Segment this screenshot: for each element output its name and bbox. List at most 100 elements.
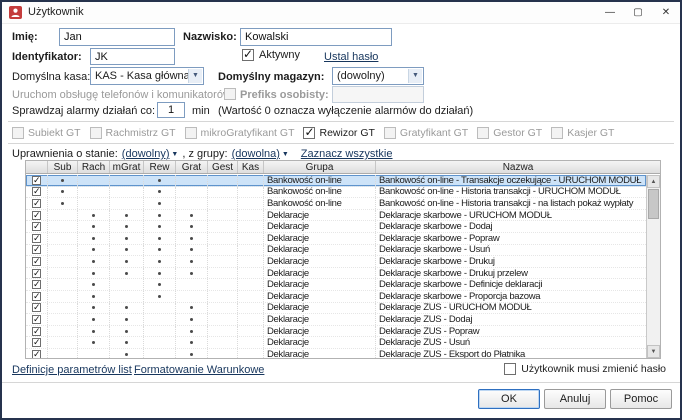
row-checkbox[interactable] [32, 245, 41, 254]
column-header-grupa[interactable]: Grupa [264, 161, 376, 173]
cell-check[interactable] [26, 198, 48, 209]
row-checkbox[interactable] [32, 292, 41, 301]
help-button[interactable]: Pomoc [610, 389, 672, 409]
alarms-interval-field[interactable] [157, 102, 185, 118]
column-header-gest[interactable]: Gest [208, 161, 238, 173]
table-row[interactable]: DeklaracjeDeklaracje ZUS - URUCHOM MODUŁ [26, 303, 646, 315]
table-row[interactable]: DeklaracjeDeklaracje skarbowe - URUCHOM … [26, 210, 646, 222]
select-all-link[interactable]: Zaznacz wszystkie [301, 148, 393, 160]
group-filter-dropdown[interactable]: (dowolna) ▼ [232, 148, 289, 160]
state-filter-dropdown[interactable]: (dowolny) ▼ [122, 148, 179, 160]
table-row[interactable]: DeklaracjeDeklaracje skarbowe - Popraw [26, 233, 646, 245]
cell-check[interactable] [26, 279, 48, 290]
table-row[interactable]: DeklaracjeDeklaracje skarbowe - Proporcj… [26, 291, 646, 303]
must-change-password-checkbox[interactable]: Użytkownik musi zmienić hasło [504, 363, 666, 375]
cell-check[interactable] [26, 175, 48, 186]
scroll-down-icon[interactable]: ▼ [647, 345, 660, 358]
maximize-button[interactable]: ▢ [624, 2, 652, 24]
scrollbar-thumb[interactable] [648, 189, 659, 219]
module-checkbox-subiekt-gt: Subiekt GT [12, 127, 81, 139]
close-button[interactable]: ✕ [652, 2, 680, 24]
identifier-field[interactable] [90, 48, 175, 65]
table-row[interactable]: DeklaracjeDeklaracje ZUS - Usuń [26, 337, 646, 349]
row-checkbox[interactable] [32, 211, 41, 220]
default-cash-select[interactable]: KAS - Kasa główna ▼ [90, 67, 204, 85]
column-header-check[interactable] [26, 161, 48, 173]
default-warehouse-value: (dowolny) [337, 70, 385, 82]
cell-sub [48, 337, 78, 348]
last-name-field[interactable] [240, 28, 392, 46]
row-checkbox[interactable] [32, 234, 41, 243]
cancel-button[interactable]: Anuluj [544, 389, 606, 409]
permissions-table: SubRachmGratRewGratGestKasGrupaNazwa Ban… [25, 160, 661, 359]
set-password-link[interactable]: Ustal hasło [324, 51, 378, 63]
row-checkbox[interactable] [32, 222, 41, 231]
vertical-scrollbar[interactable]: ▲ ▼ [646, 175, 660, 358]
row-checkbox[interactable] [32, 350, 41, 358]
module-dot-icon [158, 202, 161, 205]
cell-check[interactable] [26, 233, 48, 244]
cell-check[interactable] [26, 210, 48, 221]
cell-check[interactable] [26, 326, 48, 337]
cell-check[interactable] [26, 245, 48, 256]
row-checkbox[interactable] [32, 187, 41, 196]
table-row[interactable]: Bankowość on-lineBankowość on-line - His… [26, 187, 646, 199]
chevron-down-icon[interactable]: ▼ [188, 69, 202, 83]
row-checkbox[interactable] [32, 176, 41, 185]
cell-check[interactable] [26, 349, 48, 358]
row-checkbox[interactable] [32, 338, 41, 347]
module-dot-icon [158, 214, 161, 217]
cell-check[interactable] [26, 303, 48, 314]
table-row[interactable]: DeklaracjeDeklaracje ZUS - Eksport do Pł… [26, 349, 646, 358]
cell-kas [238, 291, 264, 302]
list-parameters-link[interactable]: Definicje parametrów list [12, 364, 132, 376]
column-header-mgrat[interactable]: mGrat [110, 161, 144, 173]
row-checkbox[interactable] [32, 327, 41, 336]
cell-check[interactable] [26, 256, 48, 267]
row-checkbox[interactable] [32, 257, 41, 266]
row-checkbox[interactable] [32, 315, 41, 324]
column-header-rew[interactable]: Rew [144, 161, 176, 173]
table-row[interactable]: Bankowość on-lineBankowość on-line - His… [26, 198, 646, 210]
column-header-sub[interactable]: Sub [48, 161, 78, 173]
cell-name: Bankowość on-line - Historia transakcji … [376, 198, 646, 209]
cell-gest [208, 291, 238, 302]
checkbox-icon[interactable] [303, 127, 315, 139]
cell-check[interactable] [26, 337, 48, 348]
minimize-button[interactable]: — [596, 2, 624, 24]
table-row[interactable]: Bankowość on-lineBankowość on-line - Tra… [26, 175, 646, 187]
ok-button[interactable]: OK [478, 389, 540, 409]
row-checkbox[interactable] [32, 199, 41, 208]
column-header-kas[interactable]: Kas [238, 161, 264, 173]
cell-grat [176, 187, 208, 198]
chevron-down-icon[interactable]: ▼ [408, 69, 422, 83]
table-row[interactable]: DeklaracjeDeklaracje skarbowe - Dodaj [26, 221, 646, 233]
first-name-field[interactable] [59, 28, 175, 46]
table-row[interactable]: DeklaracjeDeklaracje skarbowe - Definicj… [26, 279, 646, 291]
row-checkbox[interactable] [32, 269, 41, 278]
cell-check[interactable] [26, 221, 48, 232]
scroll-up-icon[interactable]: ▲ [647, 175, 660, 188]
checkbox-icon[interactable] [242, 49, 254, 61]
cell-kas [238, 175, 264, 186]
default-warehouse-select[interactable]: (dowolny) ▼ [332, 67, 424, 85]
active-checkbox[interactable]: Aktywny [242, 49, 300, 61]
column-header-grat[interactable]: Grat [176, 161, 208, 173]
column-header-rach[interactable]: Rach [78, 161, 110, 173]
table-row[interactable]: DeklaracjeDeklaracje skarbowe - Usuń [26, 245, 646, 257]
row-checkbox[interactable] [32, 280, 41, 289]
cell-check[interactable] [26, 268, 48, 279]
column-header-nazwa[interactable]: Nazwa [376, 161, 660, 173]
table-row[interactable]: DeklaracjeDeklaracje ZUS - Dodaj [26, 314, 646, 326]
table-row[interactable]: DeklaracjeDeklaracje skarbowe - Drukuj [26, 256, 646, 268]
cell-check[interactable] [26, 314, 48, 325]
cell-name: Deklaracje skarbowe - Definicje deklarac… [376, 279, 646, 290]
module-checkbox-rewizor-gt[interactable]: Rewizor GT [303, 127, 374, 139]
checkbox-icon[interactable] [504, 363, 516, 375]
row-checkbox[interactable] [32, 303, 41, 312]
conditional-formatting-link[interactable]: Formatowanie Warunkowe [134, 364, 264, 376]
table-row[interactable]: DeklaracjeDeklaracje skarbowe - Drukuj p… [26, 268, 646, 280]
table-row[interactable]: DeklaracjeDeklaracje ZUS - Popraw [26, 326, 646, 338]
cell-check[interactable] [26, 291, 48, 302]
cell-check[interactable] [26, 187, 48, 198]
